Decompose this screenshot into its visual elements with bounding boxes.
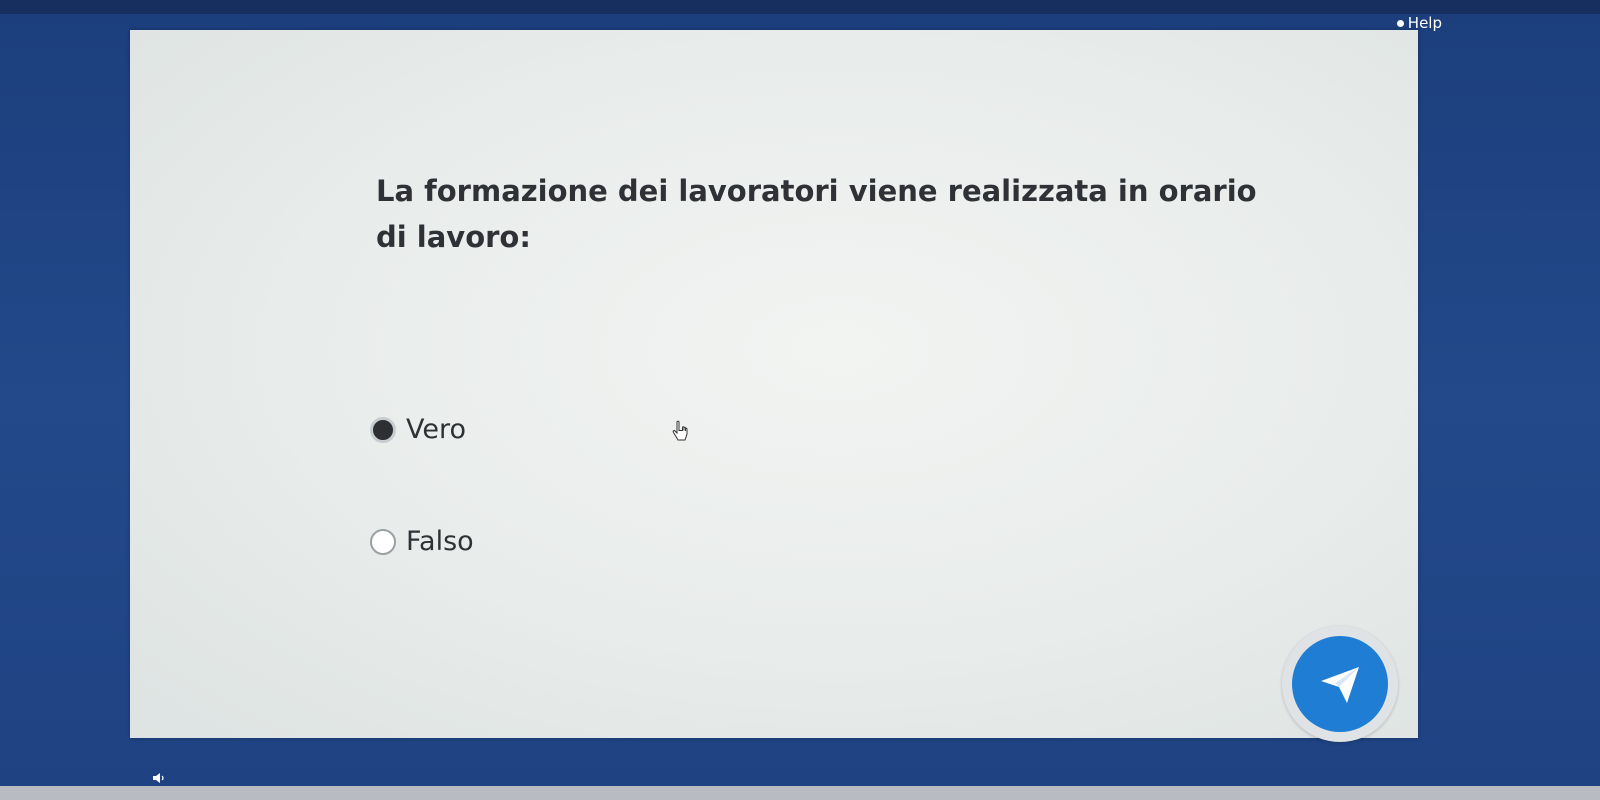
help-dot-icon xyxy=(1396,19,1404,27)
option-label-vero: Vero xyxy=(406,414,467,445)
send-icon xyxy=(1321,667,1359,703)
radio-button-selected[interactable] xyxy=(370,416,396,443)
radio-button-unselected[interactable] xyxy=(370,528,396,555)
option-label-falso: Falso xyxy=(406,526,474,557)
hand-pointer-icon xyxy=(672,420,688,441)
option-falso[interactable]: Falso xyxy=(370,526,474,557)
bottom-bar xyxy=(0,786,1600,800)
question-text: La formazione dei lavoratori viene reali… xyxy=(376,174,1257,254)
submit-button-inner[interactable] xyxy=(1292,636,1388,732)
question-card: La formazione dei lavoratori viene reali… xyxy=(130,30,1418,742)
option-vero[interactable]: Vero xyxy=(370,414,466,445)
volume-icon[interactable] xyxy=(152,772,166,784)
submit-button[interactable] xyxy=(1282,626,1398,742)
top-bar xyxy=(0,0,1600,14)
